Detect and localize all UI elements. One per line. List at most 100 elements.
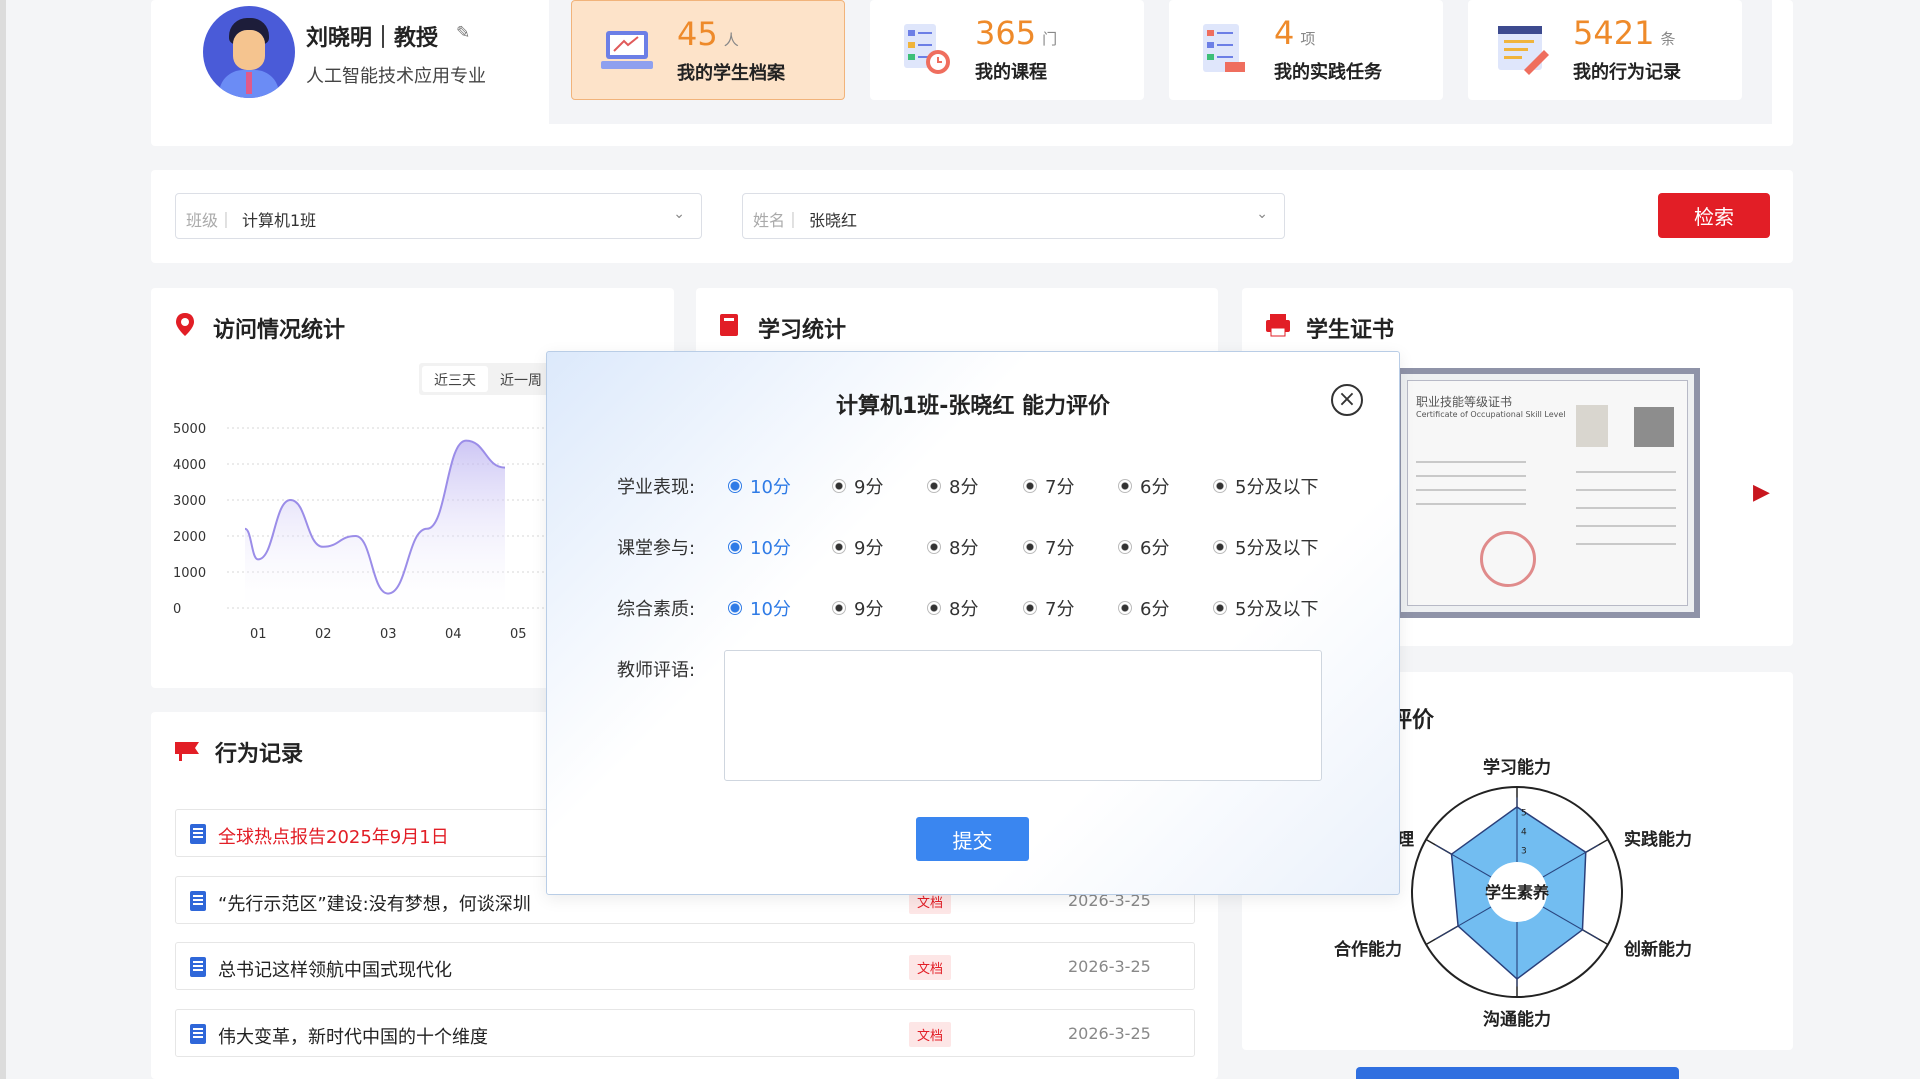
score-radio[interactable]: 6分 bbox=[1118, 473, 1169, 499]
chevron-down-icon: ⌄ bbox=[673, 206, 685, 222]
radio-dot bbox=[832, 540, 846, 554]
radio-dot bbox=[1213, 479, 1227, 493]
radio-label: 9分 bbox=[854, 538, 884, 559]
radio-dot bbox=[728, 540, 742, 554]
score-radio[interactable]: 7分 bbox=[1023, 473, 1074, 499]
stat-label: 我的行为记录 bbox=[1573, 62, 1681, 83]
range-3days[interactable]: 近三天 bbox=[422, 366, 488, 392]
teacher-comment-field[interactable] bbox=[724, 650, 1322, 781]
book-icon bbox=[720, 314, 738, 336]
certificate-seal bbox=[1480, 531, 1536, 587]
radio-dot bbox=[1213, 601, 1227, 615]
stats-bar: 45 人 我的学生档案 365 门 我的课程 4项 我的实践任务 5421 条 … bbox=[549, 0, 1772, 124]
score-radio[interactable]: 9分 bbox=[832, 595, 883, 621]
radio-dot bbox=[728, 601, 742, 615]
radio-label: 9分 bbox=[854, 477, 884, 498]
search-button[interactable]: 检索 bbox=[1658, 193, 1770, 238]
name-select[interactable]: 姓名｜ 张晓红 ⌄ bbox=[742, 193, 1285, 239]
score-radio[interactable]: 9分 bbox=[832, 534, 883, 560]
range-toggle[interactable]: 近三天 近一周 bbox=[419, 363, 557, 395]
y-tick-label: 5000 bbox=[173, 422, 206, 437]
radio-label: 10分 bbox=[750, 599, 791, 620]
list-item-title: 伟大变革，新时代中国的十个维度 bbox=[218, 1027, 488, 1048]
close-icon[interactable]: × bbox=[1331, 384, 1363, 416]
y-tick-label: 3000 bbox=[173, 494, 206, 509]
radar-axis-label: 创新能力 bbox=[1623, 939, 1692, 960]
list-item[interactable]: 伟大变革，新时代中国的十个维度 文档 2026-3-25 bbox=[175, 1009, 1195, 1057]
radio-label: 10分 bbox=[750, 538, 791, 559]
doc-tag: 文档 bbox=[909, 1022, 952, 1047]
certificate-image[interactable]: 职业技能等级证书 Certificate of Occupational Ski… bbox=[1395, 368, 1700, 618]
radio-label: 9分 bbox=[854, 599, 884, 620]
radar-axis-label: 沟通能力 bbox=[1483, 1009, 1551, 1030]
class-select-label: 班级｜ bbox=[186, 211, 235, 230]
list-item-date: 2026-3-25 bbox=[1068, 957, 1151, 976]
score-radio[interactable]: 8分 bbox=[927, 534, 978, 560]
radio-dot bbox=[1023, 479, 1037, 493]
task-list-icon bbox=[1203, 24, 1245, 72]
row-label-quality: 综合素质: bbox=[617, 599, 696, 620]
bottom-action-button[interactable] bbox=[1356, 1067, 1679, 1079]
stat-courses[interactable]: 365 门 我的课程 bbox=[870, 0, 1144, 100]
doc-icon bbox=[190, 957, 206, 977]
study-title: 学习统计 bbox=[758, 318, 847, 343]
radio-dot bbox=[832, 601, 846, 615]
score-radio[interactable]: 7分 bbox=[1023, 595, 1074, 621]
y-tick-label: 2000 bbox=[173, 530, 206, 545]
class-select[interactable]: 班级｜ 计算机1班 ⌄ bbox=[175, 193, 702, 239]
line-area bbox=[245, 440, 505, 608]
score-radio[interactable]: 10分 bbox=[728, 473, 791, 499]
score-radio[interactable]: 7分 bbox=[1023, 534, 1074, 560]
radio-label: 7分 bbox=[1045, 477, 1075, 498]
submit-button[interactable]: 提交 bbox=[916, 817, 1029, 861]
caret-right-icon[interactable]: ▶ bbox=[1753, 480, 1770, 505]
stat-number: 4项 bbox=[1274, 14, 1316, 52]
score-radio[interactable]: 5分及以下 bbox=[1213, 595, 1318, 621]
list-item[interactable]: 总书记这样领航中国式现代化 文档 2026-3-25 bbox=[175, 942, 1195, 990]
radar-axis-label: 实践能力 bbox=[1624, 829, 1692, 850]
score-radio[interactable]: 5分及以下 bbox=[1213, 473, 1318, 499]
comment-label: 教师评语: bbox=[617, 660, 696, 681]
score-radio[interactable]: 5分及以下 bbox=[1213, 534, 1318, 560]
score-radio[interactable]: 6分 bbox=[1118, 595, 1169, 621]
doc-icon bbox=[190, 824, 206, 844]
radar-tick-label: 4 bbox=[1521, 827, 1527, 837]
list-item-date: 2026-3-25 bbox=[1068, 1024, 1151, 1043]
stat-label: 我的学生档案 bbox=[677, 63, 785, 84]
avatar[interactable] bbox=[203, 6, 295, 98]
score-radio[interactable]: 10分 bbox=[728, 595, 791, 621]
radio-label: 7分 bbox=[1045, 538, 1075, 559]
radio-dot bbox=[927, 479, 941, 493]
radio-dot bbox=[1023, 601, 1037, 615]
doc-icon bbox=[190, 1024, 206, 1044]
y-tick-label: 1000 bbox=[173, 566, 206, 581]
edit-icon[interactable]: ✎ bbox=[456, 24, 474, 42]
radar-center-label: 学生素养 bbox=[1485, 883, 1550, 902]
x-tick-label: 03 bbox=[380, 627, 397, 642]
stat-label: 我的课程 bbox=[975, 62, 1047, 83]
range-week[interactable]: 近一周 bbox=[488, 366, 554, 392]
score-radio[interactable]: 8分 bbox=[927, 595, 978, 621]
score-radio[interactable]: 6分 bbox=[1118, 534, 1169, 560]
left-scroll-rail bbox=[0, 0, 6, 1079]
location-pin-icon bbox=[176, 313, 194, 336]
radio-dot bbox=[927, 540, 941, 554]
laptop-icon bbox=[601, 31, 653, 69]
stat-student-files[interactable]: 45 人 我的学生档案 bbox=[571, 0, 845, 100]
behavior-title: 行为记录 bbox=[215, 742, 304, 767]
x-tick-label: 04 bbox=[445, 627, 462, 642]
dialog-title: 计算机1班-张晓红 能力评价 bbox=[835, 394, 1111, 419]
score-radio[interactable]: 8分 bbox=[927, 473, 978, 499]
list-item-title: 全球热点报告2025年9月1日 bbox=[218, 827, 449, 848]
stat-practice-tasks[interactable]: 4项 我的实践任务 bbox=[1169, 0, 1443, 100]
checklist-clock-icon bbox=[904, 24, 950, 74]
score-radio[interactable]: 9分 bbox=[832, 473, 883, 499]
score-radio[interactable]: 10分 bbox=[728, 534, 791, 560]
radio-dot bbox=[728, 479, 742, 493]
printer-icon bbox=[1266, 314, 1290, 337]
x-tick-label: 05 bbox=[510, 627, 527, 642]
stat-behavior-records[interactable]: 5421 条 我的行为记录 bbox=[1468, 0, 1742, 100]
flag-icon bbox=[175, 742, 199, 761]
radio-label: 6分 bbox=[1140, 538, 1170, 559]
name-select-label: 姓名｜ bbox=[753, 211, 802, 230]
